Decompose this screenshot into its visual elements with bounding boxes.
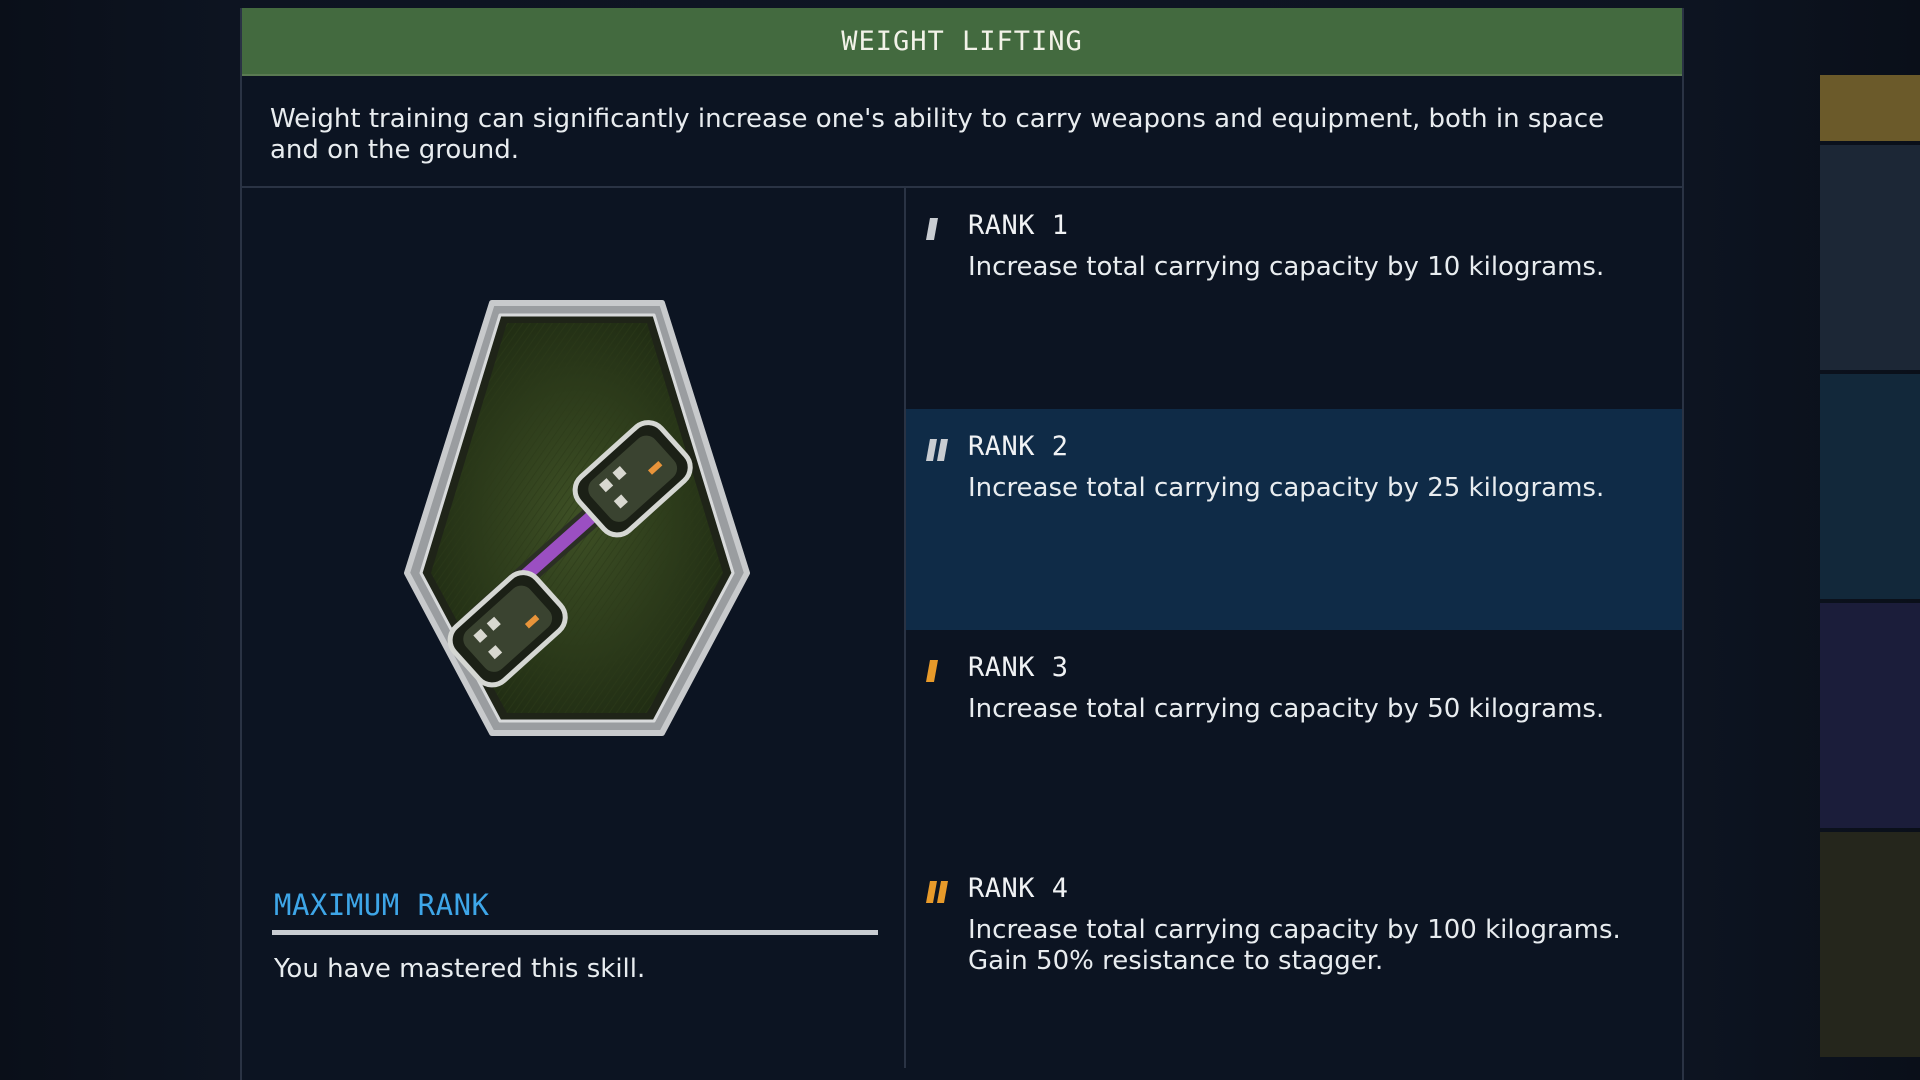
rank-2-marker-icon xyxy=(926,439,948,461)
side-skill-tabs xyxy=(1820,75,1920,1061)
skill-description: Weight training can significantly increa… xyxy=(242,76,1682,188)
skill-overview: MAXIMUM RANK You have mastered this skil… xyxy=(242,188,906,1068)
skill-title: WEIGHT LIFTING xyxy=(841,25,1083,57)
skill-body: MAXIMUM RANK You have mastered this skil… xyxy=(242,188,1682,1068)
rank-description: Increase total carrying capacity by 50 k… xyxy=(968,694,1605,724)
rank-title: RANK 1 xyxy=(968,210,1069,241)
rank-3-marker-icon xyxy=(926,660,938,682)
rank-list: RANK 1 Increase total carrying capacity … xyxy=(906,188,1682,1068)
rank-4-row[interactable]: RANK 4 Increase total carrying capacity … xyxy=(906,851,1682,1072)
skill-title-bar: WEIGHT LIFTING xyxy=(242,8,1682,76)
side-tab[interactable] xyxy=(1820,832,1920,1057)
rank-description: Increase total carrying capacity by 25 k… xyxy=(968,473,1605,503)
rank-progress-bar xyxy=(272,930,878,935)
rank-description: Increase total carrying capacity by 100 … xyxy=(968,915,1621,976)
skill-screen: WEIGHT LIFTING Weight training can signi… xyxy=(0,0,1920,1080)
rank-title: RANK 4 xyxy=(968,873,1069,904)
mastery-message: You have mastered this skill. xyxy=(274,954,646,984)
side-tab[interactable] xyxy=(1820,374,1920,599)
maximum-rank-heading: MAXIMUM RANK xyxy=(274,888,490,922)
rank-title: RANK 2 xyxy=(968,431,1069,462)
rank-2-row[interactable]: RANK 2 Increase total carrying capacity … xyxy=(906,409,1682,630)
rank-4-marker-icon xyxy=(926,881,948,903)
skill-detail-panel: WEIGHT LIFTING Weight training can signi… xyxy=(240,8,1684,1080)
dumbbell-badge-icon xyxy=(404,300,750,736)
rank-description: Increase total carrying capacity by 10 k… xyxy=(968,252,1605,282)
side-tab[interactable] xyxy=(1820,75,1920,141)
side-tab[interactable] xyxy=(1820,603,1920,828)
side-tab[interactable] xyxy=(1820,145,1920,370)
rank-1-marker-icon xyxy=(926,218,938,240)
rank-3-row[interactable]: RANK 3 Increase total carrying capacity … xyxy=(906,630,1682,851)
rank-title: RANK 3 xyxy=(968,652,1069,683)
rank-1-row[interactable]: RANK 1 Increase total carrying capacity … xyxy=(906,188,1682,409)
